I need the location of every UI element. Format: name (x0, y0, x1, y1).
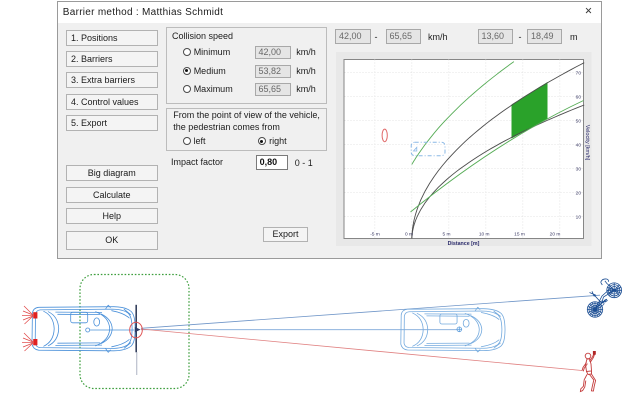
svg-text:70: 70 (575, 71, 581, 77)
svg-text:Distance [m]: Distance [m] (447, 241, 479, 247)
svg-text:30: 30 (575, 167, 581, 173)
svg-text:15 m: 15 m (514, 231, 525, 237)
svg-text:Velocity [km/h]: Velocity [km/h] (584, 125, 590, 161)
svg-text:20: 20 (575, 191, 581, 197)
svg-text:60: 60 (575, 95, 581, 101)
svg-text:-5 m: -5 m (370, 231, 380, 237)
svg-text:20 m: 20 m (549, 231, 560, 237)
svg-text:10 m: 10 m (478, 231, 489, 237)
svg-text:5 m: 5 m (442, 231, 450, 237)
svg-text:50: 50 (575, 119, 581, 125)
svg-text:0 m: 0 m (405, 231, 413, 237)
svg-text:10: 10 (575, 215, 581, 221)
svg-text:40: 40 (575, 143, 581, 149)
